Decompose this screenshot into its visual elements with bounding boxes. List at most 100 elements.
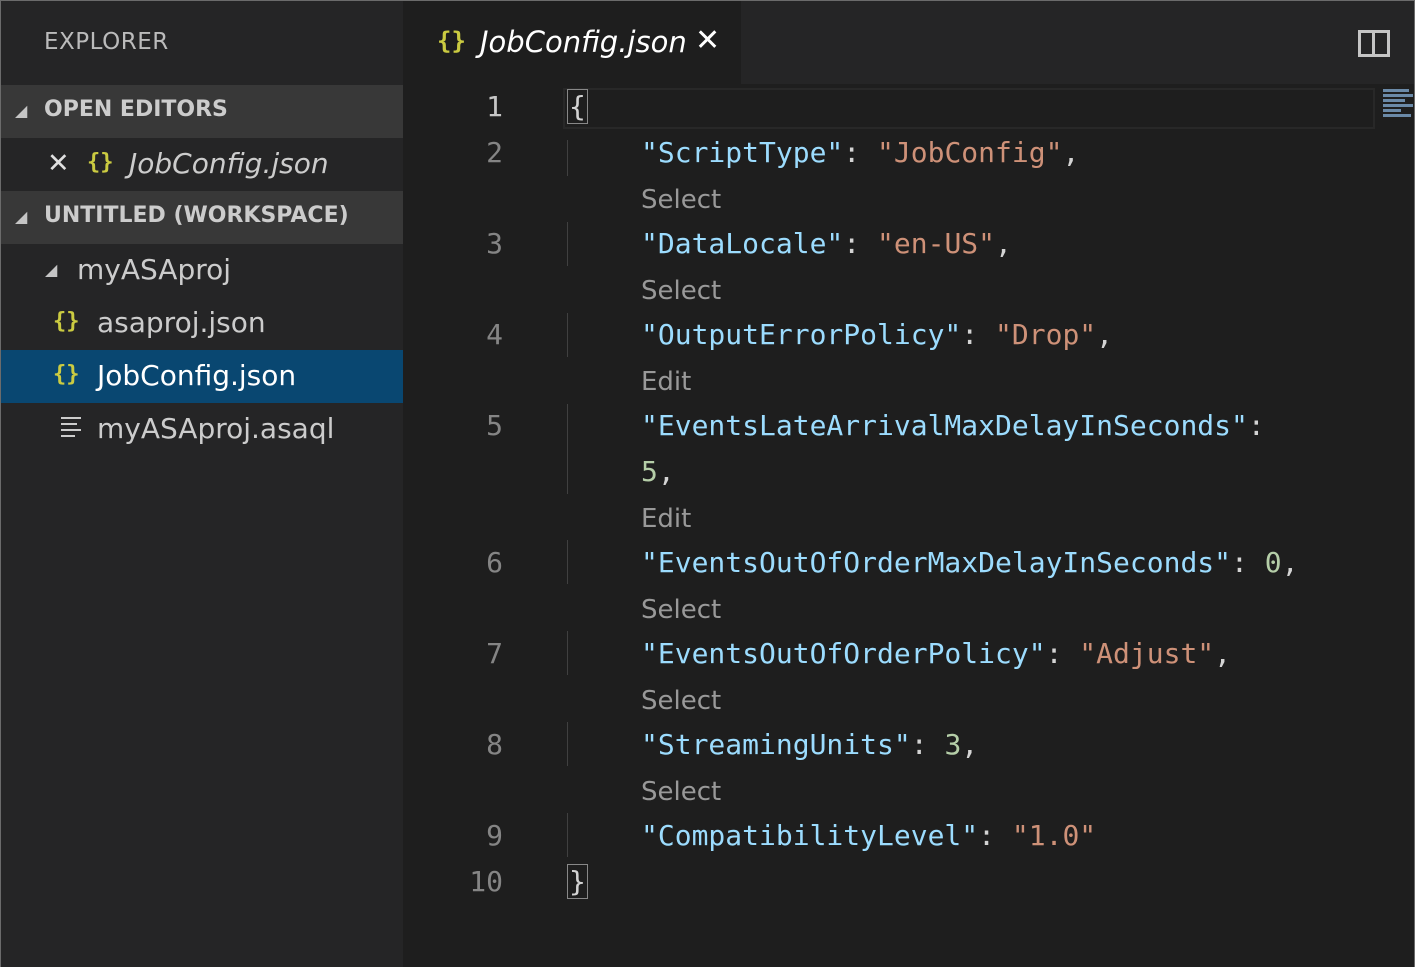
tab-bar: {} JobConfig.json ✕ xyxy=(403,0,1415,85)
json-comma: , xyxy=(657,455,675,488)
file-label: JobConfig.json xyxy=(97,359,297,392)
codelens-select[interactable]: Select xyxy=(641,595,721,625)
code-line-close-brace: } xyxy=(567,864,588,899)
json-colon: : xyxy=(843,136,861,169)
file-label: asaproj.json xyxy=(97,306,266,339)
tab-jobconfig-json[interactable]: {} JobConfig.json ✕ xyxy=(403,1,741,85)
codelens-select[interactable]: Select xyxy=(641,185,721,215)
code-line: "DataLocale": "en-US", xyxy=(641,227,1012,260)
indent-guide xyxy=(567,813,568,857)
json-colon: : xyxy=(843,227,861,260)
indent-guide xyxy=(567,222,568,266)
indent-guide xyxy=(567,313,568,357)
codelens-select[interactable]: Select xyxy=(641,686,721,716)
json-key: "StreamingUnits" xyxy=(641,728,911,761)
line-number: 5 xyxy=(486,409,503,442)
folder-myasaproj[interactable]: ◢ myASAproj xyxy=(1,244,403,297)
minimap[interactable] xyxy=(1383,89,1413,129)
json-key: "EventsOutOfOrderMaxDelayInSeconds" xyxy=(641,546,1232,579)
file-asaproj-json[interactable]: {} asaproj.json xyxy=(1,297,403,350)
json-value: 3 xyxy=(944,728,962,761)
split-editor-icon[interactable] xyxy=(1358,30,1390,57)
json-comma: , xyxy=(1062,136,1080,169)
tab-label: JobConfig.json xyxy=(480,25,687,59)
codelens-edit[interactable]: Edit xyxy=(641,367,691,397)
line-number: 8 xyxy=(486,728,503,761)
text-lines-icon xyxy=(61,417,83,439)
line-number: 9 xyxy=(486,819,503,852)
json-colon: : xyxy=(910,728,928,761)
json-value: "en-US" xyxy=(877,227,996,260)
json-braces-icon: {} xyxy=(53,309,80,334)
indent-guide xyxy=(567,540,568,584)
codelens-select[interactable]: Select xyxy=(641,276,721,306)
json-braces-icon: {} xyxy=(437,27,466,55)
indent-guide xyxy=(567,722,568,766)
explorer-sidebar: EXPLORER ◢ OPEN EDITORS ✕ {} JobConfig.j… xyxy=(0,0,403,967)
json-comma: , xyxy=(1214,637,1232,670)
explorer-title: EXPLORER xyxy=(44,29,169,55)
json-comma: , xyxy=(1096,318,1114,351)
close-brace: } xyxy=(567,864,588,899)
codelens-edit[interactable]: Edit xyxy=(641,504,691,534)
json-value: "1.0" xyxy=(1011,819,1097,852)
json-key: "CompatibilityLevel" xyxy=(641,819,979,852)
indent-guide xyxy=(567,631,568,675)
json-braces-icon: {} xyxy=(53,362,80,387)
code-line: "OutputErrorPolicy": "Drop", xyxy=(641,318,1113,351)
line-number: 4 xyxy=(486,318,503,351)
close-icon[interactable]: ✕ xyxy=(695,23,720,58)
line-number: 7 xyxy=(486,637,503,670)
workspace-label: UNTITLED (WORKSPACE) xyxy=(44,203,349,228)
line-number: 3 xyxy=(486,227,503,260)
json-comma: , xyxy=(961,728,979,761)
code-line: "EventsOutOfOrderPolicy": "Adjust", xyxy=(641,637,1231,670)
json-comma: , xyxy=(1281,546,1299,579)
close-icon[interactable]: ✕ xyxy=(47,148,70,179)
open-editor-item[interactable]: ✕ {} JobConfig.json xyxy=(1,138,403,191)
json-key: "ScriptType" xyxy=(641,136,844,169)
current-line-highlight xyxy=(563,88,1375,129)
file-label: myASAproj.asaql xyxy=(97,412,335,445)
json-key: "EventsOutOfOrderPolicy" xyxy=(641,637,1046,670)
indent-guide xyxy=(567,404,568,494)
code-line: "EventsOutOfOrderMaxDelayInSeconds": 0, xyxy=(641,546,1298,579)
line-number: 6 xyxy=(486,546,503,579)
open-editors-header[interactable]: ◢ OPEN EDITORS xyxy=(1,85,403,138)
open-editors-label: OPEN EDITORS xyxy=(44,97,228,122)
json-value: "JobConfig" xyxy=(877,136,1063,169)
editor-pane: {} JobConfig.json ✕ 1 2 3 4 5 6 7 8 9 10… xyxy=(403,0,1415,967)
code-line-wrapped: 5, xyxy=(641,455,675,488)
json-colon: : xyxy=(1247,409,1265,442)
json-comma: , xyxy=(995,227,1012,260)
json-colon: : xyxy=(978,819,996,852)
workspace-header[interactable]: ◢ UNTITLED (WORKSPACE) xyxy=(1,191,403,244)
file-myasaproj-asaql[interactable]: myASAproj.asaql xyxy=(1,403,403,456)
indent-guide xyxy=(567,140,568,176)
line-number: 2 xyxy=(486,136,503,169)
folder-label: myASAproj xyxy=(77,253,232,286)
json-value: 5 xyxy=(641,455,658,488)
json-key: "OutputErrorPolicy" xyxy=(641,318,962,351)
collapse-triangle-icon: ◢ xyxy=(45,260,58,279)
codelens-select[interactable]: Select xyxy=(641,777,721,807)
code-line: "EventsLateArrivalMaxDelayInSeconds": xyxy=(641,409,1265,442)
open-editor-label: JobConfig.json xyxy=(129,147,329,180)
json-colon: : xyxy=(1231,546,1248,579)
json-value: "Adjust" xyxy=(1079,637,1215,670)
code-editor[interactable]: 1 2 3 4 5 6 7 8 9 10 { "ScriptType": "Jo… xyxy=(403,84,1415,967)
collapse-triangle-icon: ◢ xyxy=(15,207,28,226)
file-jobconfig-json[interactable]: {} JobConfig.json xyxy=(1,350,403,403)
code-line-open-brace: { xyxy=(567,89,588,124)
json-colon: : xyxy=(1045,637,1063,670)
json-colon: : xyxy=(961,318,979,351)
code-line: "StreamingUnits": 3, xyxy=(641,728,978,761)
collapse-triangle-icon: ◢ xyxy=(15,101,28,120)
json-key: "DataLocale" xyxy=(641,227,844,260)
json-key: "EventsLateArrivalMaxDelayInSeconds" xyxy=(641,409,1248,442)
json-value: "Drop" xyxy=(995,318,1097,351)
open-brace: { xyxy=(567,89,588,124)
code-line: "ScriptType": "JobConfig", xyxy=(641,136,1079,169)
line-number: 1 xyxy=(486,90,503,123)
line-number: 10 xyxy=(469,865,503,898)
